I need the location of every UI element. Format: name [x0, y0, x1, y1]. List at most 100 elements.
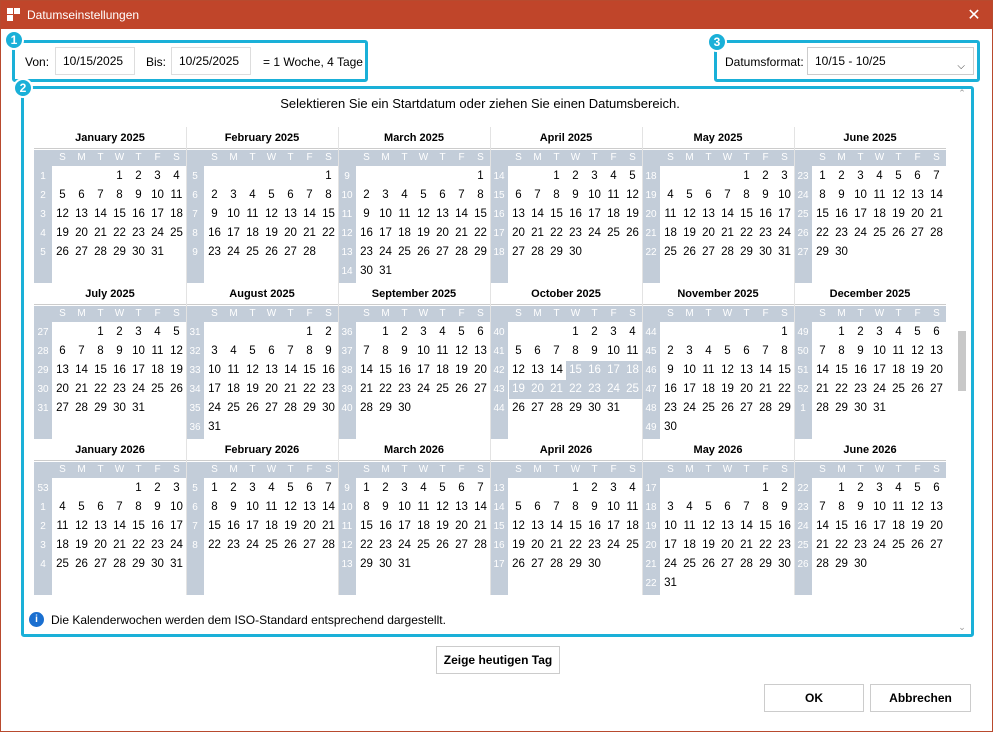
- close-icon[interactable]: ✕: [964, 5, 984, 25]
- day-cell[interactable]: 5: [889, 167, 908, 186]
- day-cell[interactable]: 27: [927, 380, 946, 399]
- day-cell[interactable]: 26: [167, 380, 186, 399]
- day-cell[interactable]: 11: [604, 186, 623, 205]
- day-cell[interactable]: 14: [72, 361, 91, 380]
- day-cell[interactable]: 22: [737, 224, 756, 243]
- day-cell[interactable]: 13: [281, 205, 300, 224]
- day-cell[interactable]: 30: [110, 399, 129, 418]
- day-cell[interactable]: 20: [908, 205, 927, 224]
- month-calendar[interactable]: December 2025 S M T W T F S 49 50 51 52 1 1 2 3 4 5 6 7 8 9 10…: [794, 283, 946, 439]
- day-cell[interactable]: 9: [585, 498, 604, 517]
- day-cell[interactable]: 18: [623, 361, 642, 380]
- day-cell[interactable]: 19: [889, 205, 908, 224]
- day-cell[interactable]: 29: [832, 399, 851, 418]
- day-cell[interactable]: 26: [414, 243, 433, 262]
- day-cell[interactable]: 26: [718, 399, 737, 418]
- day-cell[interactable]: 4: [148, 323, 167, 342]
- day-cell[interactable]: 14: [300, 205, 319, 224]
- day-cell[interactable]: 25: [395, 243, 414, 262]
- day-cell[interactable]: 11: [623, 498, 642, 517]
- day-cell[interactable]: 28: [756, 399, 775, 418]
- day-cell[interactable]: 21: [547, 536, 566, 555]
- day-cell[interactable]: 11: [661, 205, 680, 224]
- day-cell[interactable]: 15: [775, 361, 794, 380]
- day-cell[interactable]: 20: [927, 361, 946, 380]
- day-cell[interactable]: 15: [737, 205, 756, 224]
- day-cell[interactable]: 5: [281, 479, 300, 498]
- day-cell[interactable]: 19: [243, 380, 262, 399]
- month-calendar[interactable]: January 2026 S M T W T F S 53 1 2 3 4 1 2 3 4 5 6 7 8 9 10 11 12…: [34, 439, 186, 595]
- day-cell[interactable]: 14: [319, 498, 338, 517]
- day-cell[interactable]: 19: [509, 380, 528, 399]
- day-cell[interactable]: 2: [585, 479, 604, 498]
- day-cell[interactable]: 27: [91, 555, 110, 574]
- day-cell[interactable]: 18: [148, 361, 167, 380]
- calendar-grid[interactable]: January 2025 S M T W T F S 1 2 3 4 5 1 2 3 4 5 6 7 8 9 10 11 12 1…: [34, 127, 946, 595]
- day-cell[interactable]: 22: [775, 380, 794, 399]
- day-cell[interactable]: 10: [414, 342, 433, 361]
- day-cell[interactable]: 29: [775, 399, 794, 418]
- day-cell[interactable]: 20: [718, 536, 737, 555]
- day-cell[interactable]: 7: [471, 479, 490, 498]
- day-cell[interactable]: 20: [300, 517, 319, 536]
- day-cell[interactable]: 12: [680, 205, 699, 224]
- day-cell[interactable]: 16: [585, 517, 604, 536]
- day-cell[interactable]: 4: [224, 342, 243, 361]
- day-cell[interactable]: 22: [566, 380, 585, 399]
- day-cell[interactable]: 19: [452, 361, 471, 380]
- day-cell[interactable]: 11: [395, 205, 414, 224]
- day-cell[interactable]: 21: [756, 380, 775, 399]
- day-cell[interactable]: 28: [110, 555, 129, 574]
- day-cell[interactable]: 23: [851, 536, 870, 555]
- day-cell[interactable]: 1: [756, 479, 775, 498]
- day-cell[interactable]: 14: [547, 517, 566, 536]
- scroll-thumb[interactable]: [958, 331, 966, 391]
- day-cell[interactable]: 10: [205, 361, 224, 380]
- day-cell[interactable]: 25: [224, 399, 243, 418]
- day-cell[interactable]: 25: [604, 224, 623, 243]
- day-cell[interactable]: 23: [566, 224, 585, 243]
- day-cell[interactable]: 7: [813, 342, 832, 361]
- day-cell[interactable]: 12: [908, 342, 927, 361]
- day-cell[interactable]: 29: [471, 243, 490, 262]
- day-cell[interactable]: 16: [148, 517, 167, 536]
- day-cell[interactable]: 28: [72, 399, 91, 418]
- day-cell[interactable]: 22: [319, 224, 338, 243]
- day-cell[interactable]: 10: [243, 498, 262, 517]
- day-cell[interactable]: 5: [908, 479, 927, 498]
- day-cell[interactable]: 8: [832, 342, 851, 361]
- day-cell[interactable]: 7: [528, 186, 547, 205]
- day-cell[interactable]: 29: [300, 399, 319, 418]
- day-cell[interactable]: 26: [509, 399, 528, 418]
- day-cell[interactable]: 19: [281, 517, 300, 536]
- day-cell[interactable]: 1: [566, 323, 585, 342]
- day-cell[interactable]: 10: [870, 498, 889, 517]
- day-cell[interactable]: 30: [832, 243, 851, 262]
- day-cell[interactable]: 8: [129, 498, 148, 517]
- day-cell[interactable]: 26: [281, 536, 300, 555]
- day-cell[interactable]: 30: [585, 555, 604, 574]
- day-cell[interactable]: 9: [110, 342, 129, 361]
- day-cell[interactable]: 29: [129, 555, 148, 574]
- day-cell[interactable]: 5: [908, 323, 927, 342]
- day-cell[interactable]: 18: [433, 361, 452, 380]
- day-cell[interactable]: 20: [91, 536, 110, 555]
- day-cell[interactable]: 13: [300, 498, 319, 517]
- day-cell[interactable]: 7: [927, 167, 946, 186]
- day-cell[interactable]: 9: [851, 342, 870, 361]
- day-cell[interactable]: 24: [243, 536, 262, 555]
- day-cell[interactable]: 27: [281, 243, 300, 262]
- day-cell[interactable]: 10: [395, 498, 414, 517]
- day-cell[interactable]: 21: [110, 536, 129, 555]
- day-cell[interactable]: 21: [718, 224, 737, 243]
- day-cell[interactable]: 10: [224, 205, 243, 224]
- day-cell[interactable]: 2: [851, 479, 870, 498]
- day-cell[interactable]: 19: [509, 536, 528, 555]
- day-cell[interactable]: 6: [927, 479, 946, 498]
- day-cell[interactable]: 14: [110, 517, 129, 536]
- day-cell[interactable]: 2: [319, 323, 338, 342]
- day-cell[interactable]: 2: [832, 167, 851, 186]
- day-cell[interactable]: 2: [148, 479, 167, 498]
- day-cell[interactable]: 24: [395, 536, 414, 555]
- day-cell[interactable]: 21: [91, 224, 110, 243]
